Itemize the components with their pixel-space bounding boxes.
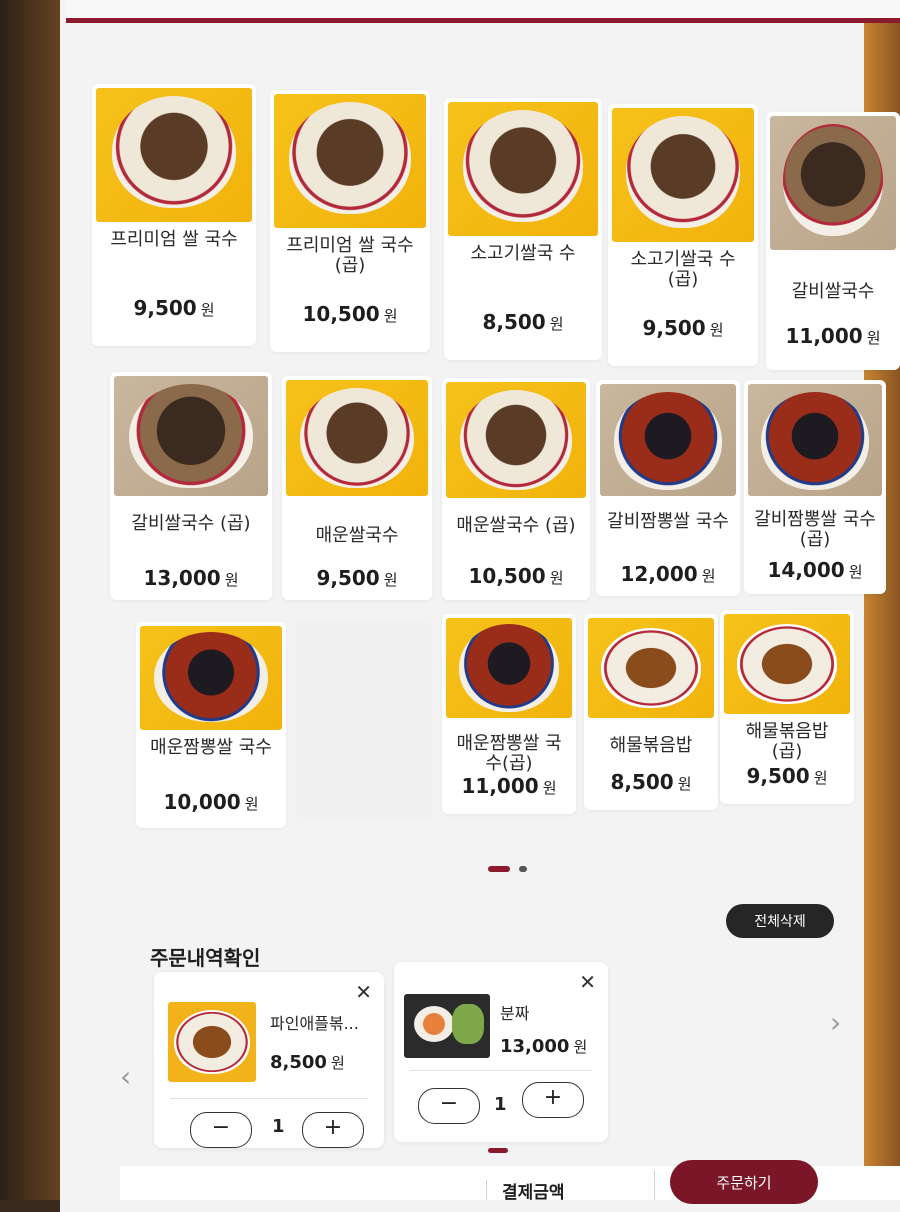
menu-item-image	[600, 384, 736, 496]
menu-item-image	[96, 88, 252, 222]
order-item-price: 13,000 원	[500, 1036, 588, 1057]
menu-item-price: 11,000 원	[461, 774, 557, 798]
menu-item-image	[140, 626, 282, 730]
page-dot[interactable]	[519, 865, 528, 872]
menu-item-price: 14,000 원	[767, 558, 863, 582]
menu-item-price: 11,000 원	[785, 324, 881, 348]
decrease-qty-button[interactable]: −	[418, 1088, 480, 1124]
menu-item-name: 갈비쌀국수 (곱)	[131, 513, 251, 534]
menu-item-card[interactable]: 매운짬뽕쌀 국수 10,000 원	[136, 622, 286, 828]
menu-item-image	[612, 108, 754, 242]
order-item-price: 8,500 원	[270, 1052, 345, 1073]
menu-item-card[interactable]: 갈비짬뽕쌀 국수 12,000 원	[596, 380, 740, 596]
menu-item-card[interactable]: 갈비쌀국수 11,000 원	[766, 112, 900, 370]
menu-item-image	[724, 614, 850, 714]
top-header-bar	[66, 0, 900, 23]
menu-item-name: 갈비쌀국수	[791, 281, 875, 302]
clear-all-button[interactable]: 전체삭제	[726, 904, 834, 938]
order-item-name: 분짜	[500, 1004, 530, 1023]
menu-item-card[interactable]: 갈비쌀국수 (곱) 13,000 원	[110, 372, 272, 600]
menu-item-price: 10,500 원	[468, 564, 564, 588]
menu-item-card[interactable]: 갈비짬뽕쌀 국수(곱) 14,000 원	[744, 380, 886, 594]
menu-item-name: 해물볶음밥 (곱)	[745, 721, 829, 762]
menu-item-name: 소고기쌀국 수(곱)	[630, 249, 736, 290]
increase-qty-button[interactable]: +	[522, 1082, 584, 1118]
page-dot-active[interactable]	[488, 865, 510, 872]
menu-item-price: 13,000 원	[143, 566, 239, 590]
menu-item-price: 8,500 원	[610, 770, 692, 794]
menu-item-card[interactable]: 소고기쌀국 수 8,500 원	[444, 98, 602, 360]
menu-item-price: 9,500 원	[746, 764, 828, 788]
item-quantity: 1	[494, 1094, 507, 1115]
menu-item-image	[448, 102, 598, 236]
order-item-image	[404, 994, 490, 1058]
payment-amount-label: 결제금액	[502, 1183, 565, 1203]
order-item-image	[168, 1002, 256, 1082]
menu-item-price: 9,500 원	[133, 296, 215, 320]
menu-item-price: 8,500 원	[482, 310, 564, 334]
remove-item-icon[interactable]: ✕	[579, 970, 596, 994]
menu-item-price: 10,500 원	[302, 302, 398, 326]
decrease-qty-button[interactable]: −	[190, 1112, 252, 1148]
menu-item-name: 프리미엄 쌀 국수(곱)	[286, 235, 414, 276]
menu-item-name: 해물볶음밥	[609, 735, 693, 756]
order-item-divider	[410, 1070, 592, 1071]
menu-item-name: 매운짬뽕쌀 국수	[150, 737, 272, 758]
menu-item-name: 프리미엄 쌀 국수	[110, 229, 238, 250]
menu-item-image	[588, 618, 714, 718]
menu-item-image	[114, 376, 268, 496]
order-item-card: ✕ 파인애플볶... 8,500 원 − 1 +	[154, 972, 384, 1148]
menu-item-name: 매운쌀국수	[315, 525, 399, 546]
order-item-divider	[170, 1098, 368, 1099]
order-prev-arrow-icon[interactable]: ‹	[120, 1060, 131, 1093]
menu-empty-slot	[296, 622, 432, 818]
menu-item-price: 9,500 원	[316, 566, 398, 590]
order-section-title: 주문내역확인	[150, 946, 261, 970]
checkout-divider	[486, 1180, 487, 1200]
menu-item-price: 9,500 원	[642, 316, 724, 340]
menu-item-name: 매운쌀국수 (곱)	[456, 515, 576, 536]
menu-pagination[interactable]	[488, 858, 531, 877]
menu-item-name: 갈비짬뽕쌀 국수(곱)	[754, 509, 876, 550]
menu-item-card[interactable]: 프리미엄 쌀 국수 9,500 원	[92, 84, 256, 346]
menu-item-card[interactable]: 소고기쌀국 수(곱) 9,500 원	[608, 104, 758, 366]
order-item-name: 파인애플볶...	[270, 1014, 359, 1033]
menu-item-card[interactable]: 해물볶음밥 8,500 원	[584, 614, 718, 810]
checkout-divider	[654, 1170, 655, 1200]
menu-item-image	[274, 94, 426, 228]
order-page-indicator	[488, 1148, 508, 1153]
menu-item-card[interactable]: 매운짬뽕쌀 국수(곱) 11,000 원	[442, 614, 576, 814]
menu-item-price: 10,000 원	[163, 790, 259, 814]
menu-item-name: 갈비짬뽕쌀 국수	[607, 511, 729, 532]
menu-item-card[interactable]: 해물볶음밥 (곱) 9,500 원	[720, 610, 854, 804]
menu-item-image	[286, 380, 428, 496]
menu-item-card[interactable]: 매운쌀국수 (곱) 10,500 원	[442, 378, 590, 600]
remove-item-icon[interactable]: ✕	[355, 980, 372, 1004]
order-next-arrow-icon[interactable]: ›	[830, 1006, 841, 1039]
menu-item-image	[770, 116, 896, 250]
place-order-button[interactable]: 주문하기	[670, 1160, 818, 1204]
increase-qty-button[interactable]: +	[302, 1112, 364, 1148]
menu-item-card[interactable]: 매운쌀국수 9,500 원	[282, 376, 432, 600]
menu-item-image	[446, 618, 572, 718]
menu-item-card[interactable]: 프리미엄 쌀 국수(곱) 10,500 원	[270, 90, 430, 352]
menu-item-image	[446, 382, 586, 498]
menu-item-image	[748, 384, 882, 496]
menu-item-price: 12,000 원	[620, 562, 716, 586]
menu-item-name: 소고기쌀국 수	[470, 243, 576, 264]
item-quantity: 1	[272, 1116, 285, 1137]
order-item-card: ✕ 분짜 13,000 원 − 1 +	[394, 962, 608, 1142]
menu-item-name: 매운짬뽕쌀 국수(곱)	[456, 733, 562, 774]
